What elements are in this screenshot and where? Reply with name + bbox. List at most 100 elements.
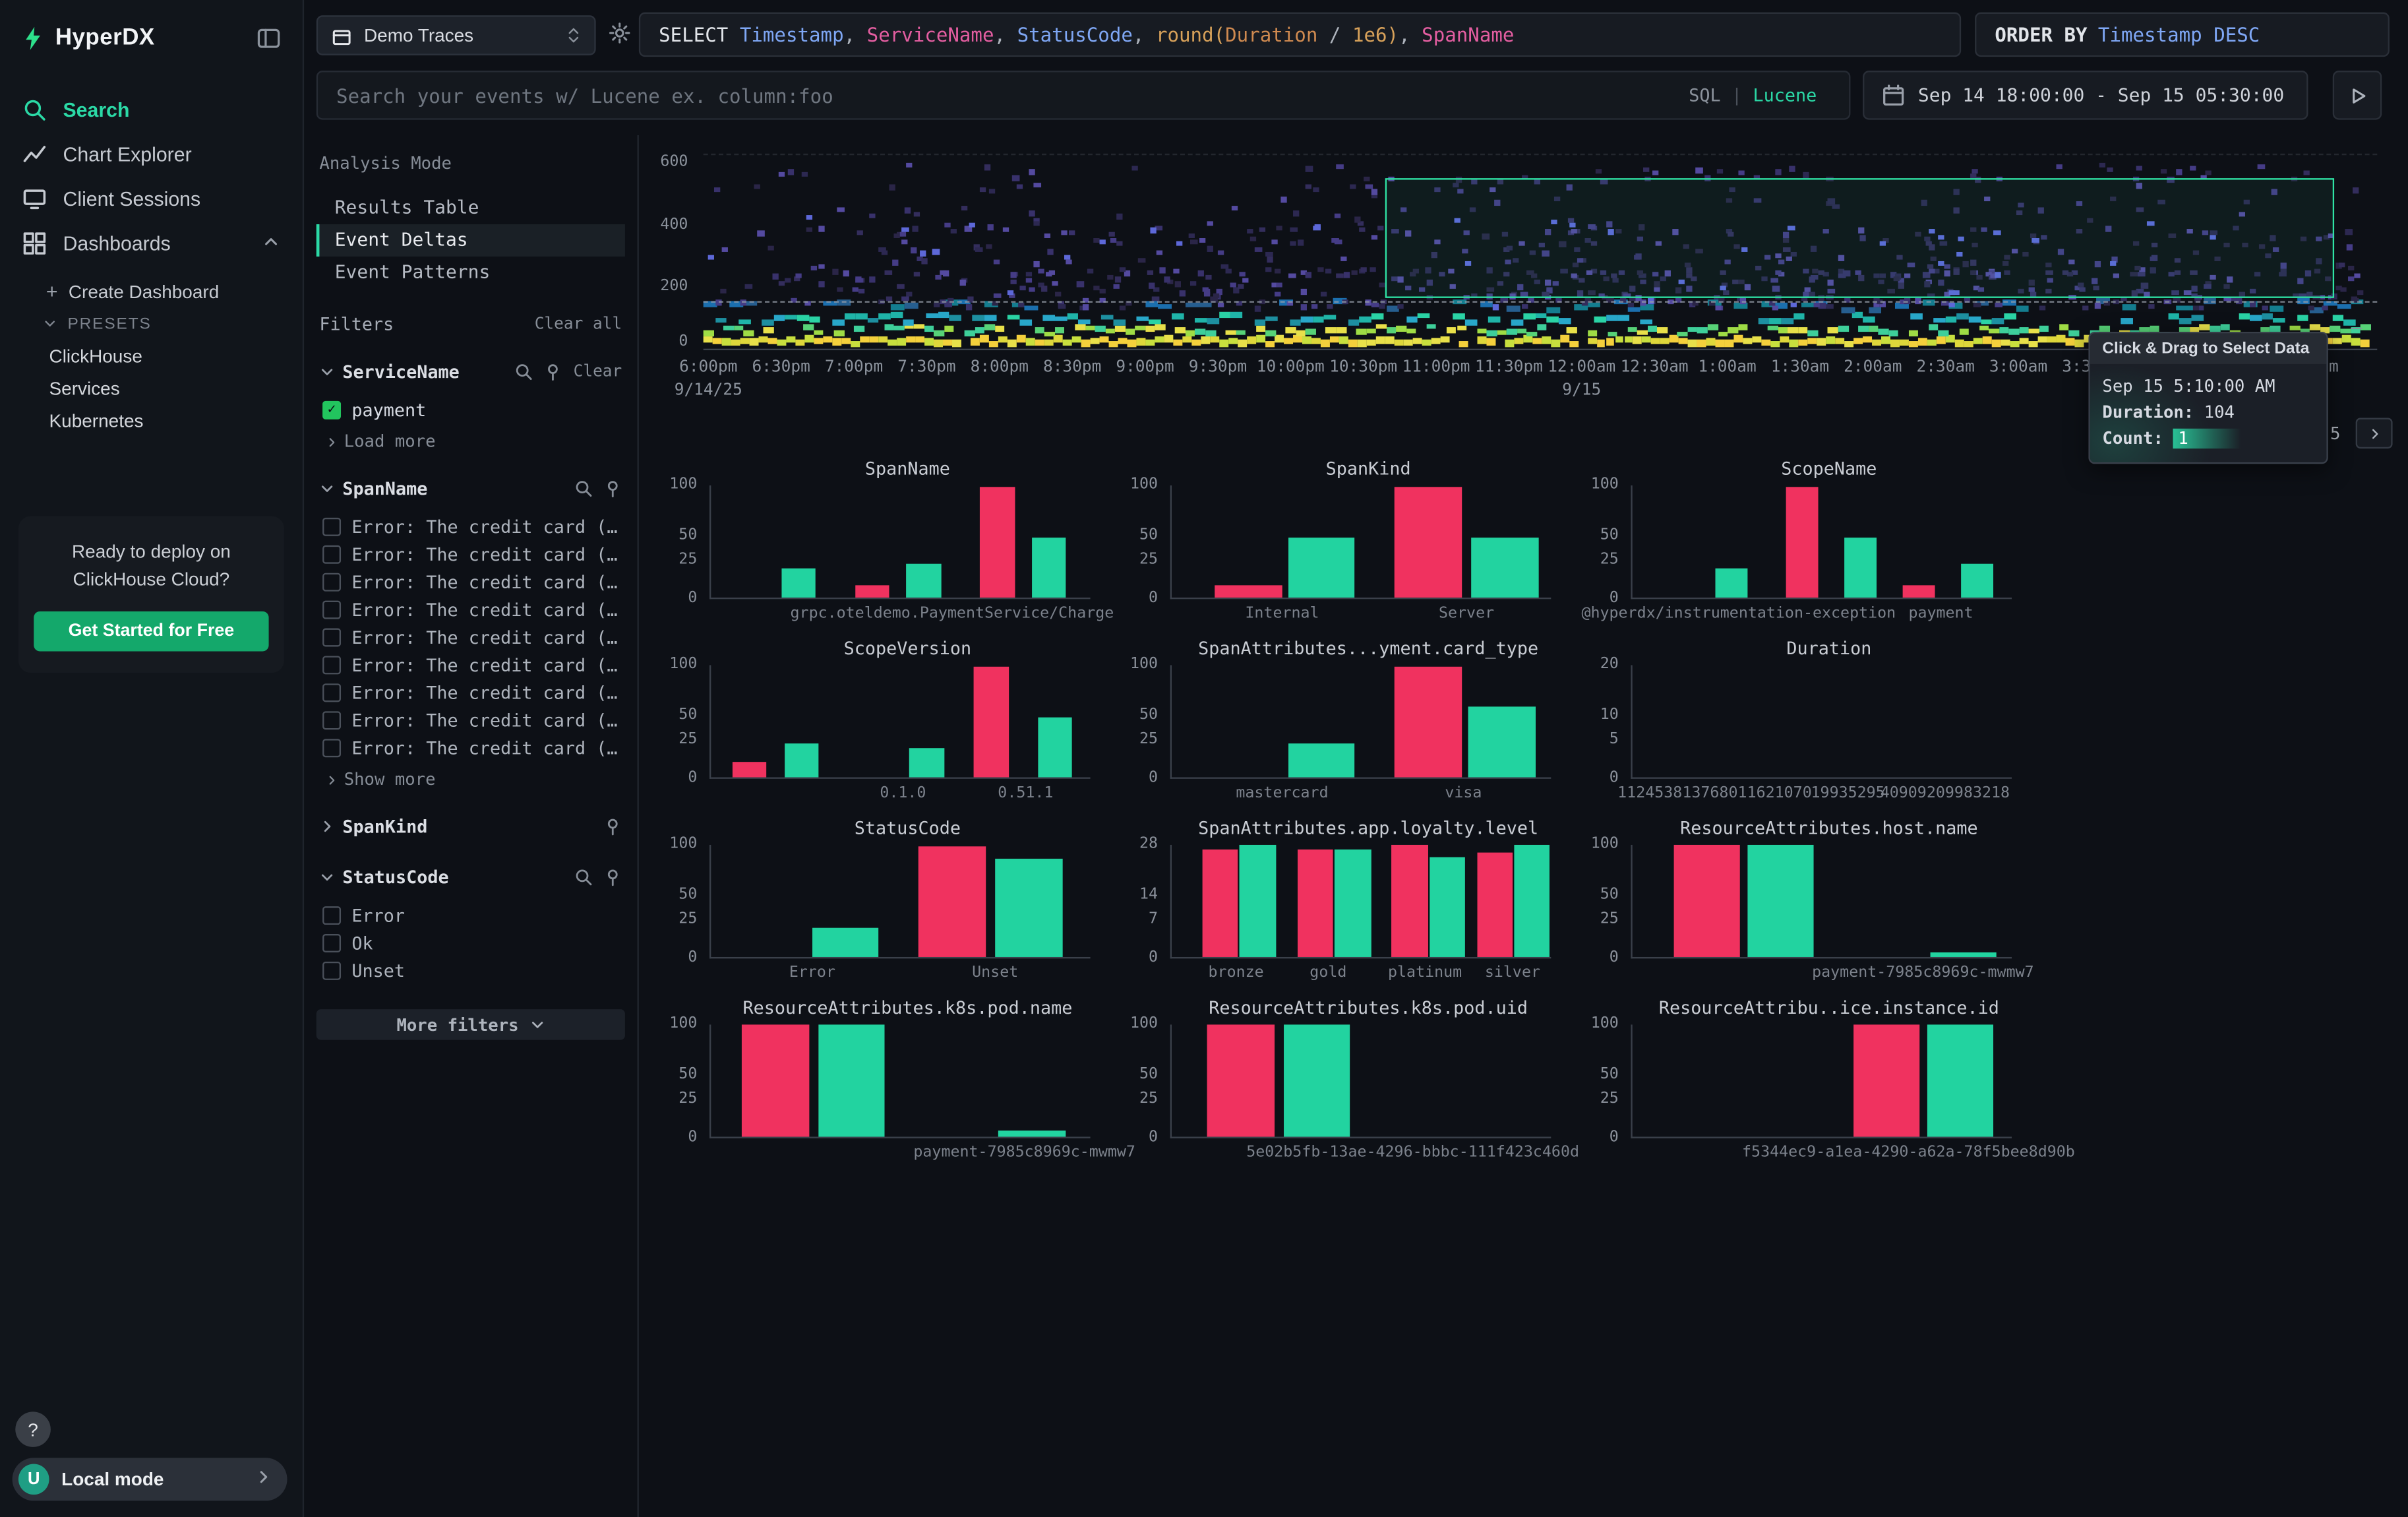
span-name-option[interactable]: Error: The credit card (… — [322, 513, 625, 541]
search-icon[interactable] — [515, 361, 533, 380]
bar-ok[interactable] — [818, 1024, 886, 1136]
bar-error[interactable] — [855, 585, 889, 598]
checkbox[interactable]: ✓ — [322, 401, 341, 419]
mini-chart-plot[interactable] — [1170, 665, 1551, 778]
span-name-option[interactable]: Error: The credit card (… — [322, 541, 625, 569]
bar-ok[interactable] — [1033, 537, 1067, 598]
sql-select-editor[interactable]: SELECT Timestamp, ServiceName, StatusCod… — [639, 13, 1961, 57]
service-name-option[interactable]: ✓payment — [322, 396, 625, 424]
mini-chart-resourceattribu-ice-instance-id[interactable]: ResourceAttribu..ice.instance.id10050250… — [1567, 997, 2028, 1173]
bar-ok[interactable] — [1288, 537, 1355, 598]
status-code-option[interactable]: Unset — [322, 957, 625, 985]
run-query-button[interactable] — [2333, 71, 2382, 120]
mini-chart-plot[interactable] — [709, 665, 1091, 778]
bar-error[interactable] — [975, 667, 1009, 778]
analysis-mode-event-deltas[interactable]: Event Deltas — [316, 224, 625, 257]
pin-icon[interactable] — [603, 817, 622, 835]
bar-ok[interactable] — [1514, 845, 1550, 957]
bar-error[interactable] — [1903, 585, 1935, 598]
sidebar-item-chart-explorer[interactable]: Chart Explorer — [0, 132, 303, 177]
bar-error[interactable] — [733, 762, 767, 778]
pin-icon[interactable] — [603, 867, 622, 886]
bar-error[interactable] — [1207, 1024, 1275, 1136]
clear-servicename-button[interactable]: Clear — [574, 361, 622, 380]
bar-ok[interactable] — [1038, 717, 1073, 778]
bar-ok[interactable] — [812, 928, 879, 957]
bar-error[interactable] — [1477, 853, 1513, 957]
mini-chart-plot[interactable] — [709, 485, 1091, 599]
filter-section-title[interactable]: ServiceName — [342, 360, 459, 382]
bar-ok[interactable] — [1844, 537, 1877, 598]
span-name-option[interactable]: Error: The credit card (… — [322, 734, 625, 762]
sidebar-item-client-sessions[interactable]: Client Sessions — [0, 177, 303, 222]
span-name-option[interactable]: Error: The credit card (… — [322, 624, 625, 652]
local-mode-menu[interactable]: U Local mode — [13, 1458, 287, 1501]
mini-chart-resourceattributes-k8s-pod-name[interactable]: ResourceAttributes.k8s.pod.name10050250p… — [645, 997, 1106, 1173]
status-code-option[interactable]: Ok — [322, 929, 625, 957]
pin-icon[interactable] — [544, 361, 562, 380]
bar-error[interactable] — [742, 1024, 809, 1136]
span-name-option[interactable]: Error: The credit card (… — [322, 596, 625, 624]
collapse-sidebar-icon[interactable] — [256, 25, 281, 49]
user-avatar[interactable]: U — [18, 1464, 49, 1495]
bar-ok[interactable] — [785, 743, 819, 777]
filter-section-title[interactable]: SpanKind — [342, 815, 427, 837]
bar-error[interactable] — [1395, 487, 1462, 598]
span-name-option[interactable]: Error: The credit card (… — [322, 651, 625, 679]
search-input[interactable] — [316, 71, 1851, 120]
chart-collapse-icon[interactable]: – — [2351, 317, 2362, 338]
checkbox[interactable] — [322, 739, 341, 757]
bar-error[interactable] — [1297, 849, 1333, 957]
bar-ok[interactable] — [1283, 1024, 1350, 1136]
mini-chart-plot[interactable] — [709, 845, 1091, 958]
mini-chart-plot[interactable] — [1631, 665, 2012, 778]
bar-ok[interactable] — [1468, 706, 1536, 777]
bar-error[interactable] — [980, 487, 1015, 598]
bar-error[interactable] — [919, 847, 986, 957]
logo[interactable]: HyperDX — [22, 24, 155, 51]
bar-ok[interactable] — [1471, 537, 1538, 598]
bar-ok[interactable] — [1335, 849, 1371, 957]
bar-ok[interactable] — [1962, 564, 1994, 598]
sidebar-item-clickhouse[interactable]: ClickHouse — [0, 340, 303, 372]
mini-chart-plot[interactable] — [1170, 845, 1551, 958]
mini-chart-spanattributes-app-loyalty-level[interactable]: SpanAttributes.app.loyalty.level281470br… — [1106, 817, 1567, 993]
mini-chart-duration[interactable]: Duration20105011245381376801162107019935… — [1567, 638, 2028, 813]
clear-all-filters-button[interactable]: Clear all — [535, 315, 622, 333]
mini-chart-resourceattributes-k8s-pod-uid[interactable]: ResourceAttributes.k8s.pod.uid100502505e… — [1106, 997, 1567, 1173]
get-started-button[interactable]: Get Started for Free — [34, 611, 268, 652]
mini-chart-plot[interactable] — [1631, 845, 2012, 958]
mini-chart-resourceattributes-host-name[interactable]: ResourceAttributes.host.name10050250paym… — [1567, 817, 2028, 993]
bar-ok[interactable] — [907, 564, 941, 598]
heatmap-plot[interactable] — [704, 154, 2378, 350]
bar-ok[interactable] — [1288, 743, 1355, 777]
bar-error[interactable] — [1395, 667, 1462, 778]
bar-error[interactable] — [1215, 585, 1282, 598]
checkbox[interactable] — [322, 545, 341, 564]
sidebar-item-search[interactable]: Search — [0, 88, 303, 133]
help-button[interactable]: ? — [15, 1411, 51, 1447]
mini-chart-statuscode[interactable]: StatusCode10050250ErrorUnset — [645, 817, 1106, 993]
span-name-option[interactable]: Error: The credit card (… — [322, 679, 625, 706]
presets-toggle[interactable]: PRESETS — [0, 307, 303, 340]
mini-chart-plot[interactable] — [1170, 1024, 1551, 1138]
chevron-right-icon[interactable] — [319, 819, 334, 834]
bar-ok[interactable] — [1931, 952, 1997, 957]
bar-ok[interactable] — [1430, 857, 1466, 957]
checkbox[interactable] — [322, 934, 341, 952]
analysis-mode-results-table[interactable]: Results Table — [316, 192, 625, 224]
mini-chart-spankind[interactable]: SpanKind10050250InternalServer — [1106, 458, 1567, 633]
order-by-editor[interactable]: ORDER BY Timestamp DESC — [1975, 13, 2390, 57]
checkbox[interactable] — [322, 629, 341, 647]
create-dashboard-button[interactable]: + Create Dashboard — [0, 275, 303, 307]
status-code-option[interactable]: Error — [322, 902, 625, 929]
bar-ok[interactable] — [998, 1131, 1066, 1136]
sidebar-item-kubernetes[interactable]: Kubernetes — [0, 404, 303, 437]
bar-ok[interactable] — [1715, 569, 1747, 598]
mini-chart-spanname[interactable]: SpanName10050250grpc.oteldemo.PaymentSer… — [645, 458, 1106, 633]
checkbox[interactable] — [322, 601, 341, 619]
bar-ok[interactable] — [1928, 1024, 1994, 1136]
chevron-down-icon[interactable] — [319, 481, 334, 496]
next-page-button[interactable] — [2356, 418, 2393, 449]
source-select[interactable]: Demo Traces — [316, 15, 596, 55]
